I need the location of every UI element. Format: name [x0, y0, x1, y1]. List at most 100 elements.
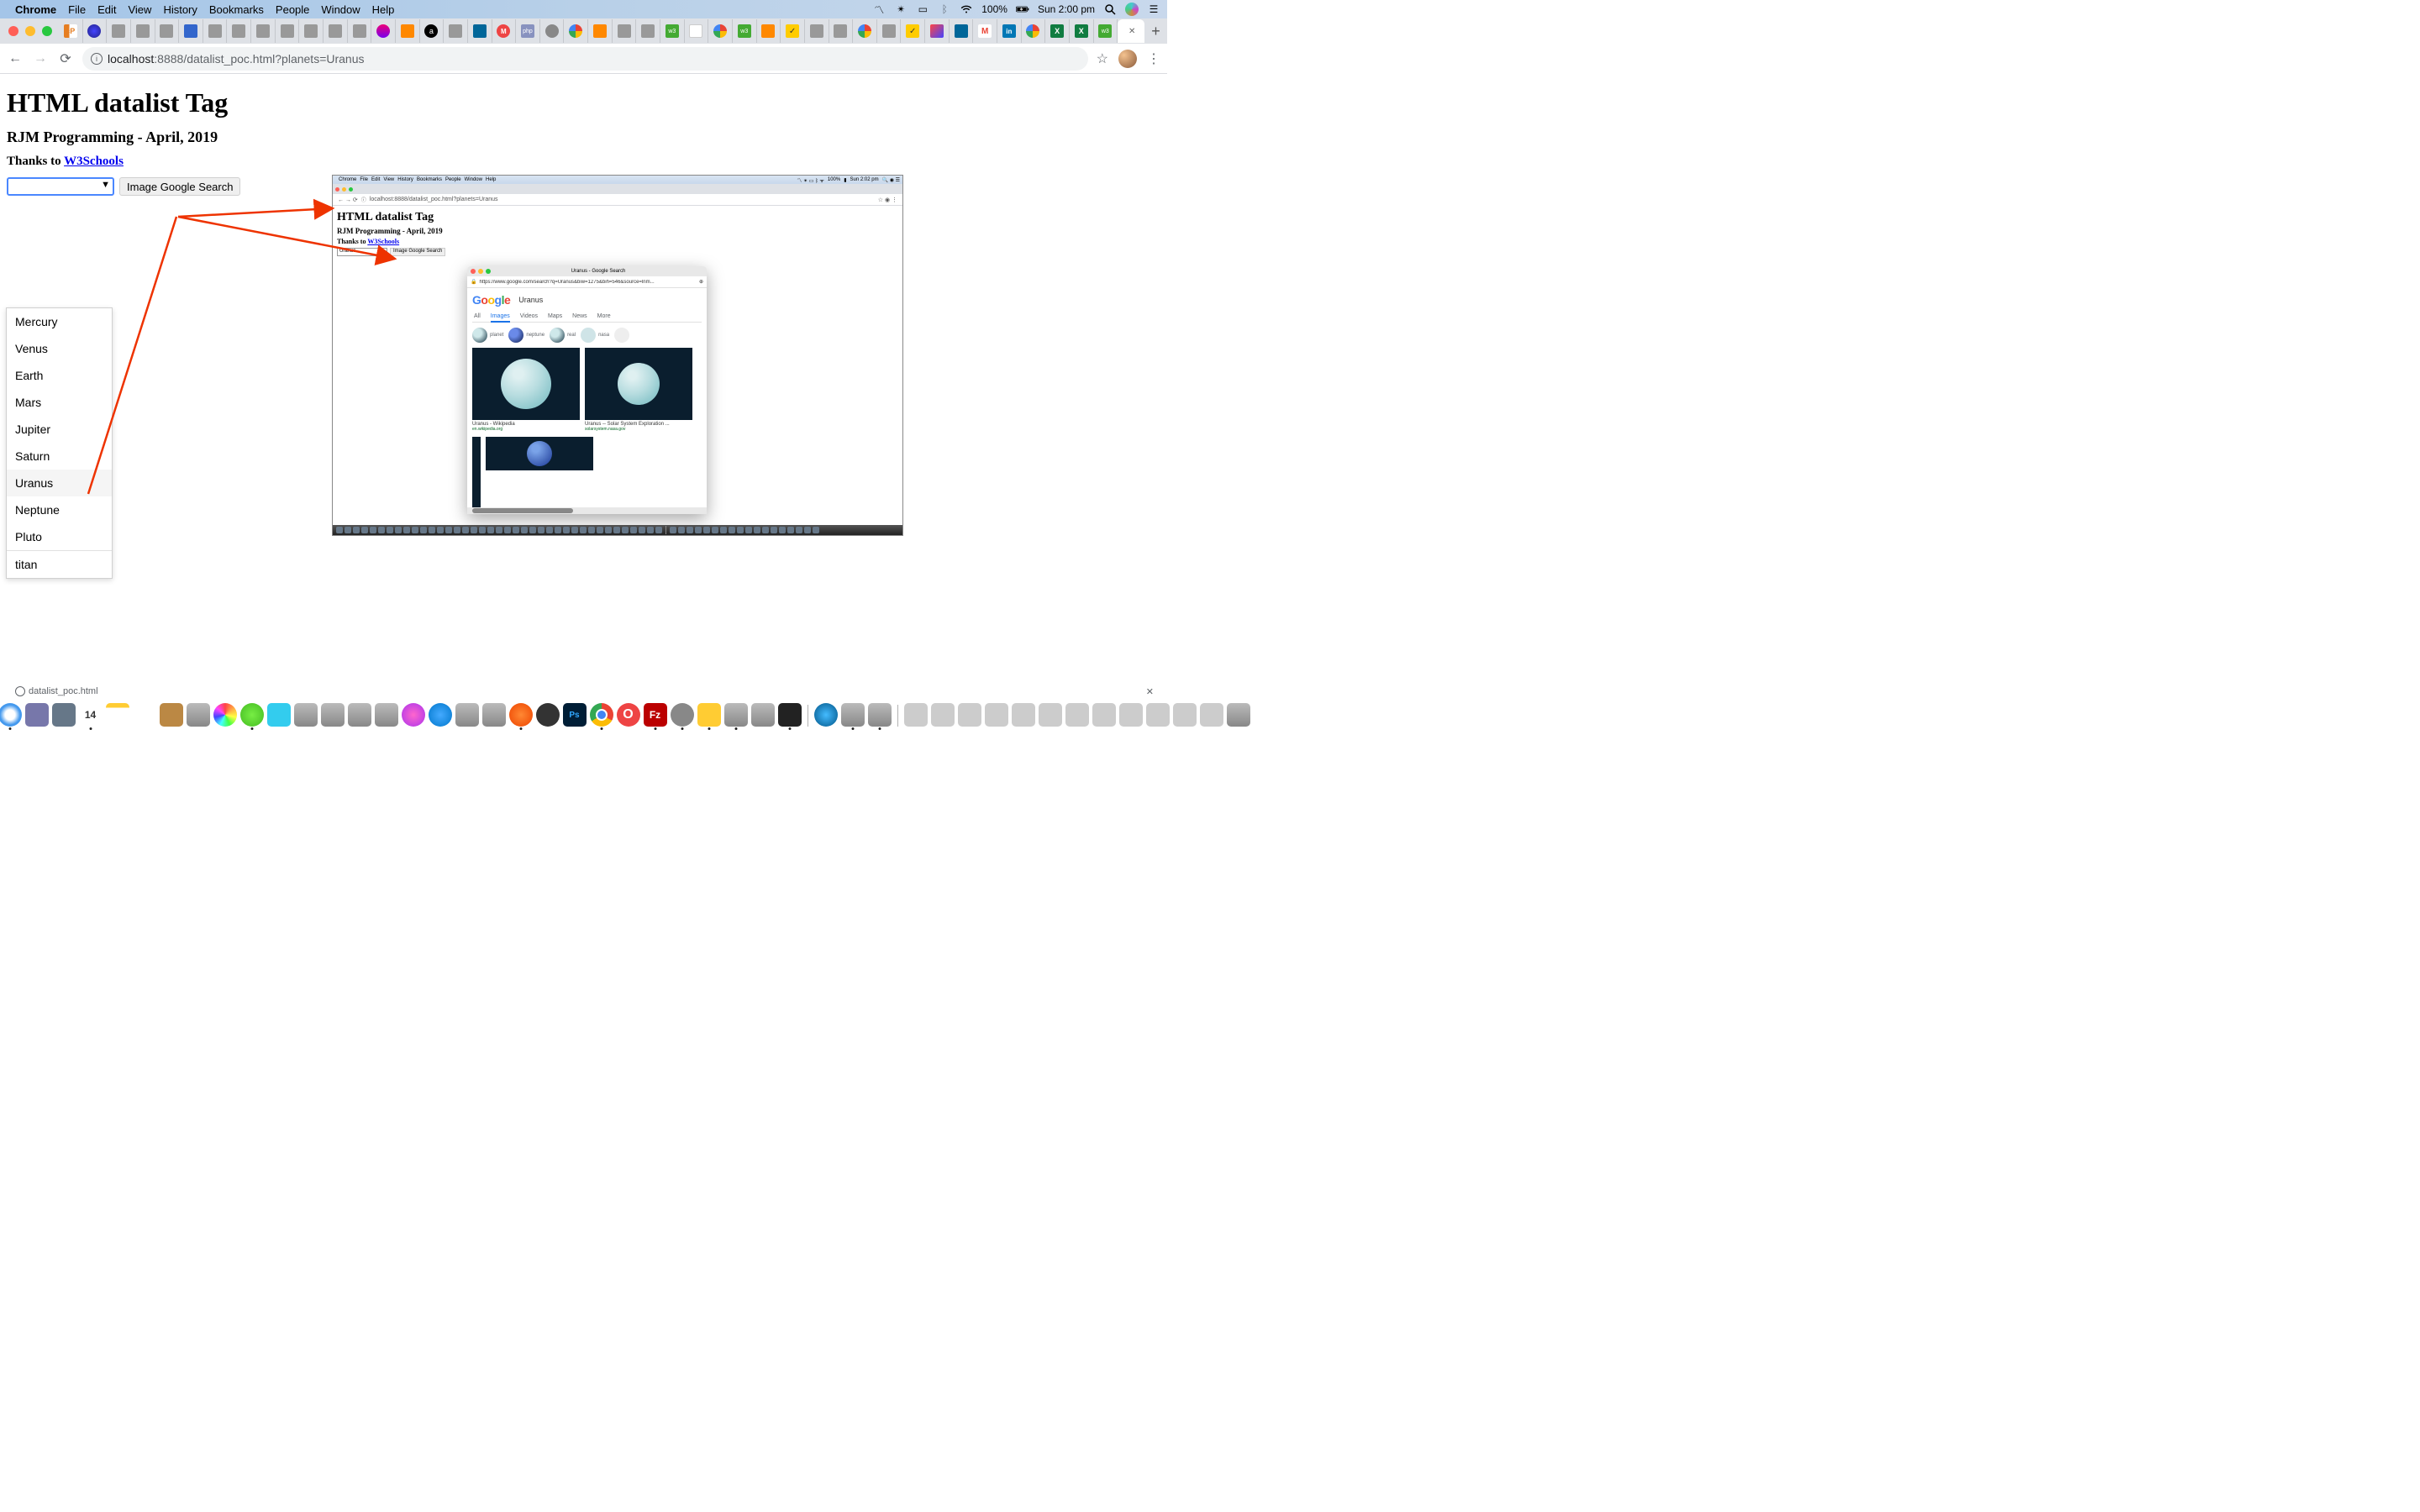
dock-app[interactable]	[294, 703, 318, 727]
spotlight-icon[interactable]	[1103, 3, 1117, 16]
dock-paintbrush[interactable]	[724, 703, 748, 727]
siri-icon[interactable]	[1125, 3, 1139, 16]
dock-stack[interactable]	[1119, 703, 1143, 727]
image-search-button[interactable]: Image Google Search	[119, 177, 240, 196]
notification-center-icon[interactable]: ☰	[1147, 3, 1160, 16]
download-file-icon[interactable]	[15, 686, 25, 696]
download-close-icon[interactable]: ✕	[1146, 686, 1154, 697]
wifi-icon[interactable]	[960, 3, 973, 16]
maximize-window-button[interactable]	[42, 26, 52, 36]
datalist-option-jupiter[interactable]: Jupiter	[7, 416, 112, 443]
browser-tab[interactable]	[276, 19, 300, 43]
dock-app[interactable]	[751, 703, 775, 727]
dock-firefox[interactable]	[509, 703, 533, 727]
dock-stack[interactable]	[1012, 703, 1035, 727]
browser-tab[interactable]	[396, 19, 420, 43]
dock-opera[interactable]: O	[617, 703, 640, 727]
browser-tab[interactable]: in	[997, 19, 1022, 43]
browser-tab[interactable]	[708, 19, 733, 43]
browser-tab[interactable]	[613, 19, 637, 43]
browser-tab[interactable]	[444, 19, 468, 43]
browser-tab[interactable]	[829, 19, 854, 43]
dock-app[interactable]	[321, 703, 345, 727]
dock-filezilla[interactable]: Fz	[644, 703, 667, 727]
browser-tab[interactable]	[131, 19, 155, 43]
dock-itunes[interactable]	[402, 703, 425, 727]
dock-stack[interactable]	[1039, 703, 1062, 727]
dropdown-arrow-icon[interactable]: ▼	[101, 180, 110, 190]
browser-tab[interactable]: php	[516, 19, 540, 43]
browser-tab[interactable]	[685, 19, 709, 43]
dock-safari[interactable]	[0, 703, 22, 727]
dock-chrome[interactable]	[590, 703, 613, 727]
dock-app[interactable]	[348, 703, 371, 727]
browser-tab[interactable]	[540, 19, 565, 43]
dock-terminal[interactable]	[778, 703, 802, 727]
planet-datalist-input[interactable]: ▼	[7, 177, 114, 196]
browser-tab[interactable]	[227, 19, 251, 43]
dock-quicktime[interactable]	[814, 703, 838, 727]
dock-stack[interactable]	[958, 703, 981, 727]
browser-tab[interactable]: ✓	[901, 19, 925, 43]
dock-app[interactable]	[841, 703, 865, 727]
browser-tab[interactable]	[853, 19, 877, 43]
address-bar[interactable]: i localhost:8888/datalist_poc.html?plane…	[82, 47, 1088, 71]
browser-tab[interactable]	[155, 19, 180, 43]
browser-tab[interactable]	[636, 19, 660, 43]
datalist-option-saturn[interactable]: Saturn	[7, 443, 112, 470]
browser-tab[interactable]: M	[973, 19, 997, 43]
dock-app[interactable]	[375, 703, 398, 727]
dock-app[interactable]	[482, 703, 506, 727]
browser-tab[interactable]	[348, 19, 372, 43]
dock-app[interactable]	[868, 703, 892, 727]
browser-tab[interactable]: M	[492, 19, 517, 43]
dock-stack[interactable]	[1200, 703, 1223, 727]
menubar-clock[interactable]: Sun 2:00 pm	[1038, 3, 1095, 15]
menu-people[interactable]: People	[276, 3, 309, 16]
browser-tab[interactable]	[1022, 19, 1046, 43]
browser-tab[interactable]	[83, 19, 108, 43]
datalist-option-titan[interactable]: titan	[7, 550, 112, 578]
dock-notes[interactable]	[106, 703, 129, 727]
dock-stack[interactable]	[1173, 703, 1197, 727]
site-info-icon[interactable]: i	[91, 53, 103, 65]
download-filename[interactable]: datalist_poc.html	[29, 686, 98, 696]
datalist-option-venus[interactable]: Venus	[7, 335, 112, 362]
dock-trash[interactable]	[1227, 703, 1250, 727]
dock-stack[interactable]	[931, 703, 955, 727]
dock-stack[interactable]	[1146, 703, 1170, 727]
datalist-option-neptune[interactable]: Neptune	[7, 496, 112, 523]
dock-app[interactable]	[671, 703, 694, 727]
dock-appstore[interactable]	[429, 703, 452, 727]
browser-tab[interactable]	[299, 19, 324, 43]
close-window-button[interactable]	[8, 26, 18, 36]
dock-stack[interactable]	[1065, 703, 1089, 727]
minimize-window-button[interactable]	[25, 26, 35, 36]
dock-messages[interactable]	[240, 703, 264, 727]
dock-app[interactable]	[267, 703, 291, 727]
browser-tab[interactable]	[805, 19, 829, 43]
browser-tab[interactable]	[371, 19, 396, 43]
browser-tab[interactable]	[588, 19, 613, 43]
new-tab-button[interactable]: +	[1144, 23, 1167, 40]
browser-tab[interactable]: w3	[660, 19, 685, 43]
menubar-status-icon[interactable]: ✴	[894, 3, 908, 16]
dock-reminders[interactable]	[133, 703, 156, 727]
dock-app[interactable]	[160, 703, 183, 727]
dock-stack[interactable]	[985, 703, 1008, 727]
browser-tab[interactable]: X	[1070, 19, 1094, 43]
w3schools-link[interactable]: W3Schools	[64, 155, 124, 168]
dock-app[interactable]	[536, 703, 560, 727]
browser-tab[interactable]: a	[420, 19, 445, 43]
dock-stack[interactable]	[1092, 703, 1116, 727]
menu-help[interactable]: Help	[372, 3, 395, 16]
bookmark-star-icon[interactable]: ☆	[1097, 50, 1108, 67]
reload-button[interactable]: ⟳	[57, 50, 74, 67]
dock-calendar[interactable]: 14	[79, 703, 103, 727]
dock-app[interactable]	[455, 703, 479, 727]
menu-view[interactable]: View	[128, 3, 151, 16]
datalist-option-mercury[interactable]: Mercury	[7, 308, 112, 335]
browser-tab[interactable]	[324, 19, 348, 43]
datalist-option-earth[interactable]: Earth	[7, 362, 112, 389]
airplay-icon[interactable]: ▭	[916, 3, 929, 16]
